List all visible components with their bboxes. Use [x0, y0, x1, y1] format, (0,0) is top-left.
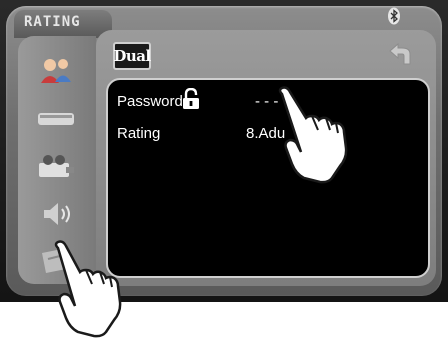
page-title: RATING — [24, 14, 81, 30]
rating-label: Rating — [117, 125, 161, 142]
bluetooth-icon — [387, 7, 401, 25]
sidebar-item-device[interactable] — [28, 98, 84, 138]
brand-logo: Dual — [113, 42, 151, 70]
pointing-hand-icon — [50, 240, 150, 344]
projector-icon — [39, 155, 74, 177]
speaker-icon — [44, 203, 70, 225]
unlocked-padlock-icon — [181, 87, 201, 110]
device-icon — [38, 113, 74, 125]
users-icon — [41, 59, 71, 83]
sidebar-item-users[interactable] — [28, 50, 84, 90]
password-label: Password — [117, 93, 183, 110]
back-button[interactable] — [386, 40, 420, 70]
sidebar-item-projector[interactable] — [28, 146, 84, 186]
pointing-hand-icon — [274, 86, 374, 191]
sidebar-item-speaker[interactable] — [28, 194, 84, 234]
back-arrow-icon — [389, 42, 411, 65]
